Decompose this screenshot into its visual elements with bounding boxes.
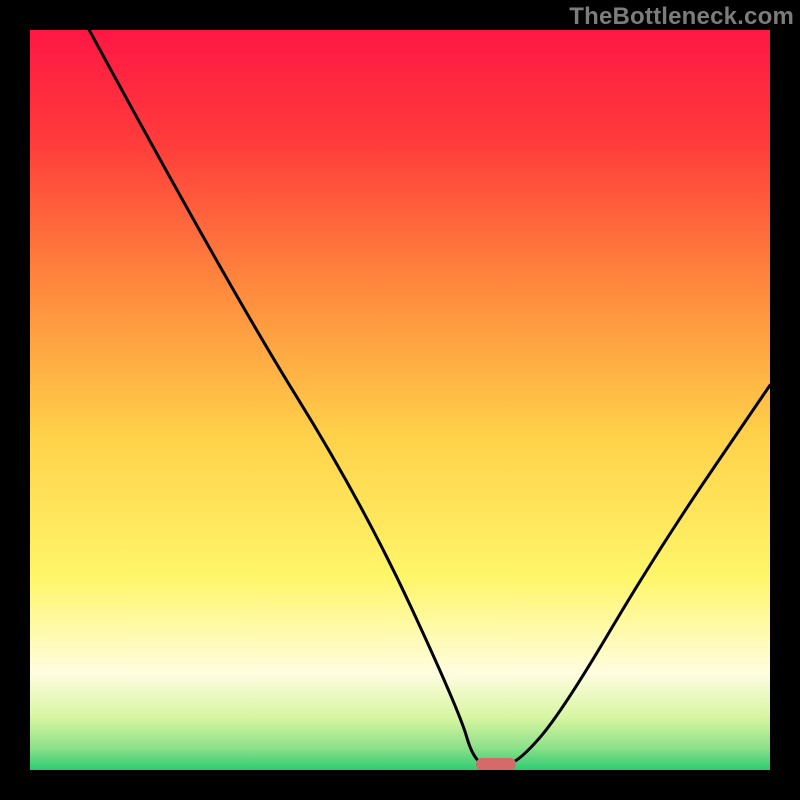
plot-area: [30, 30, 770, 770]
chart-frame: TheBottleneck.com: [0, 0, 800, 800]
bottleneck-curve: [30, 30, 770, 770]
watermark-text: TheBottleneck.com: [569, 3, 794, 31]
optimum-marker: [476, 758, 516, 770]
